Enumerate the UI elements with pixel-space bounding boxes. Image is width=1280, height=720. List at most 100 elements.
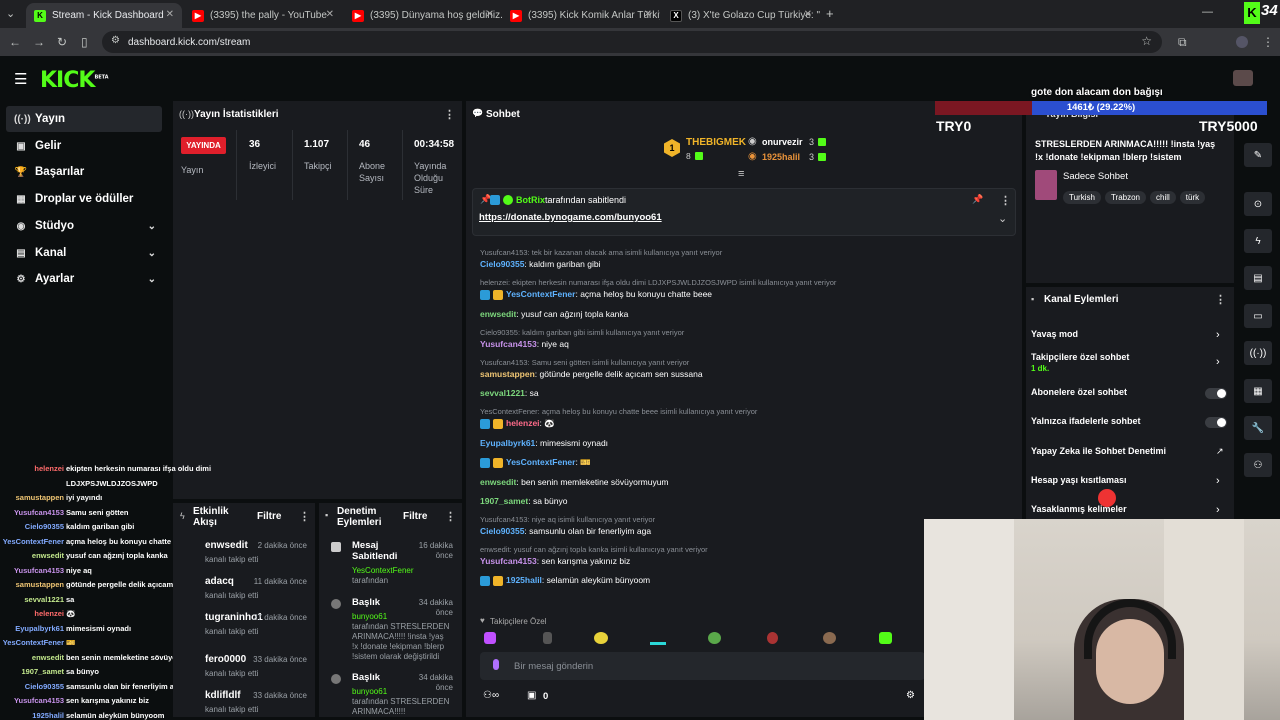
- emote-icon[interactable]: [594, 632, 608, 644]
- chat-username[interactable]: 1907_samet: [480, 496, 528, 506]
- toggle-switch[interactable]: [1205, 388, 1227, 399]
- leaderboard-name-1[interactable]: THEBIGMEK: [686, 137, 746, 148]
- close-icon[interactable]: ✕: [326, 9, 334, 20]
- close-icon[interactable]: ✕: [166, 9, 174, 20]
- gift-icon[interactable]: ▣: [527, 690, 536, 701]
- wrench-icon[interactable]: 🔧: [1244, 416, 1272, 440]
- activity-user[interactable]: fero0000: [205, 654, 246, 665]
- tab-search-icon[interactable]: ⌄: [6, 7, 15, 20]
- sidebar-item-gelir[interactable]: ▣ Gelir: [6, 133, 162, 159]
- category-name[interactable]: Sadece Sohbet: [1063, 171, 1128, 182]
- activity-user[interactable]: enwsedit: [205, 540, 248, 551]
- edit-pen-icon[interactable]: ✎: [1244, 143, 1272, 167]
- chat-username[interactable]: sevval1221: [480, 388, 525, 398]
- sidebar-item-ayarlar[interactable]: ⚙ Ayarlar ⌄: [6, 266, 162, 292]
- users-icon[interactable]: ⚇∞: [483, 690, 499, 701]
- tag-chip[interactable]: Turkish: [1063, 191, 1101, 204]
- sidebar-item-studyo[interactable]: ◉ Stüdyo ⌄: [6, 213, 162, 239]
- users-icon[interactable]: ⚇: [1244, 453, 1272, 477]
- chat-input[interactable]: Bir mesaj gönderin: [480, 652, 925, 680]
- chat-username[interactable]: enwsedit: [480, 477, 516, 487]
- external-link-icon[interactable]: ↗: [1216, 446, 1224, 457]
- tab-kick-dashboard[interactable]: K Stream - Kick Dashboard ✕: [26, 3, 182, 28]
- activity-user[interactable]: kdlifldlf: [205, 690, 241, 701]
- reload-icon[interactable]: ↻: [57, 35, 67, 49]
- camera-icon[interactable]: ⊙: [1244, 192, 1272, 216]
- unpin-icon[interactable]: 📌: [972, 194, 983, 205]
- profile-avatar[interactable]: [1236, 36, 1248, 48]
- chat-username[interactable]: samustappen: [480, 369, 535, 379]
- user-avatar[interactable]: [1233, 70, 1253, 86]
- emote-icon[interactable]: [823, 632, 836, 644]
- activity-filter-button[interactable]: Filtre: [257, 511, 281, 522]
- extensions-icon[interactable]: ⧉: [1178, 35, 1187, 50]
- tag-chip[interactable]: Trabzon: [1104, 191, 1146, 204]
- moderation-user[interactable]: bunyoo61: [352, 612, 387, 621]
- close-icon[interactable]: ✕: [804, 9, 812, 20]
- moderation-filter-button[interactable]: Filtre: [403, 511, 427, 522]
- emote-icon[interactable]: [708, 632, 721, 644]
- chat-username[interactable]: Yusufcan4153: [480, 556, 537, 566]
- chat-username[interactable]: 1925halil: [506, 575, 542, 585]
- channel-action-label[interactable]: Yavaş mod: [1031, 329, 1078, 339]
- tab-youtube-3[interactable]: ▶ (3395) Kick Komik Anlar Türkiye ✕: [502, 3, 660, 28]
- chevron-right-icon[interactable]: ›: [1216, 329, 1220, 341]
- pinned-expand-chevron-icon[interactable]: ⌄: [998, 212, 1007, 225]
- back-icon[interactable]: ←: [9, 35, 21, 49]
- tab-x[interactable]: X (3) X'te Golazo Cup Türkiye: "8... ✕: [662, 3, 820, 28]
- tag-chip[interactable]: türk: [1179, 191, 1206, 204]
- kick-logo[interactable]: KICKBETA: [40, 68, 109, 93]
- new-tab-icon[interactable]: +: [826, 6, 834, 21]
- sidebar-item-droplar[interactable]: ▦ Droplar ve ödüller: [6, 186, 162, 212]
- leaderboard-name-2[interactable]: onurvezir: [762, 137, 803, 147]
- emote-icon[interactable]: [543, 632, 552, 644]
- channel-action-label[interactable]: Yalnızca ifadelerle sohbet: [1031, 416, 1141, 426]
- toggle-switch[interactable]: [1205, 417, 1227, 428]
- moderation-user[interactable]: YesContextFener: [352, 566, 414, 575]
- emote-icon[interactable]: [767, 632, 778, 644]
- chat-username[interactable]: Eyupalbyrk61: [480, 438, 535, 448]
- sidebar-item-kanal[interactable]: ▤ Kanal ⌄: [6, 240, 162, 266]
- chevron-right-icon[interactable]: ›: [1216, 504, 1220, 516]
- split-view-icon[interactable]: ▯: [81, 35, 88, 49]
- pinned-more-icon[interactable]: ⋮: [1000, 194, 1011, 207]
- tag-chip[interactable]: chill: [1150, 191, 1176, 204]
- menu-icon[interactable]: ⋮: [1262, 35, 1274, 49]
- tab-youtube-2[interactable]: ▶ (3395) Dünyama hoş geldiniz... ✕: [344, 3, 502, 28]
- scroll-menu-icon[interactable]: ≡: [738, 168, 744, 180]
- emote-icon[interactable]: [650, 642, 666, 645]
- pinned-by-user[interactable]: BotRix: [516, 195, 545, 205]
- channel-action-label[interactable]: Yapay Zeka ile Sohbet Denetimi: [1031, 446, 1166, 456]
- site-info-icon[interactable]: ⚙: [111, 35, 120, 46]
- moderation-more-icon[interactable]: ⋮: [445, 510, 456, 523]
- pinned-link[interactable]: https://donate.bynogame.com/bunyoo61: [479, 212, 662, 223]
- activity-user[interactable]: adacq: [205, 576, 234, 587]
- chat-username[interactable]: helenzei: [506, 418, 540, 428]
- document-icon[interactable]: ▤: [1244, 266, 1272, 290]
- moderation-user[interactable]: bunyoo61: [352, 687, 387, 696]
- channel-actions-more-icon[interactable]: ⋮: [1215, 293, 1226, 306]
- hamburger-menu-icon[interactable]: ☰: [14, 70, 27, 88]
- chat-username[interactable]: Cielo90355: [480, 259, 524, 269]
- forward-icon[interactable]: →: [33, 35, 45, 49]
- leaderboard-name-3[interactable]: 1925halil: [762, 152, 800, 162]
- channel-action-label[interactable]: Hesap yaşı kısıtlaması: [1031, 475, 1127, 485]
- chat-settings-gear-icon[interactable]: ⚙: [906, 690, 915, 701]
- category-thumbnail[interactable]: [1035, 170, 1057, 200]
- chat-username[interactable]: YesContextFener: [506, 289, 575, 299]
- chat-username[interactable]: enwsedit: [480, 309, 516, 319]
- sidebar-item-basarilar[interactable]: 🏆 Başarılar: [6, 159, 162, 185]
- layout-icon[interactable]: ▦: [1244, 379, 1272, 403]
- emote-icon[interactable]: [484, 632, 496, 644]
- chat-username[interactable]: YesContextFener: [506, 457, 575, 467]
- microphone-icon[interactable]: [493, 659, 499, 670]
- activity-more-icon[interactable]: ⋮: [299, 510, 310, 523]
- bookmark-star-icon[interactable]: ☆: [1141, 34, 1152, 48]
- sidebar-item-yayin[interactable]: ((·)) Yayın: [6, 106, 162, 132]
- channel-action-label[interactable]: Yasaklanmış kelimeler: [1031, 504, 1127, 514]
- minimize-icon[interactable]: —: [1202, 6, 1213, 18]
- channel-action-label[interactable]: Abonelere özel sohbet: [1031, 387, 1127, 397]
- lightning-icon[interactable]: ϟ: [1244, 229, 1272, 253]
- tab-youtube-1[interactable]: ▶ (3395) the pally - YouTube ✕: [184, 3, 342, 28]
- close-icon[interactable]: ✕: [486, 9, 494, 20]
